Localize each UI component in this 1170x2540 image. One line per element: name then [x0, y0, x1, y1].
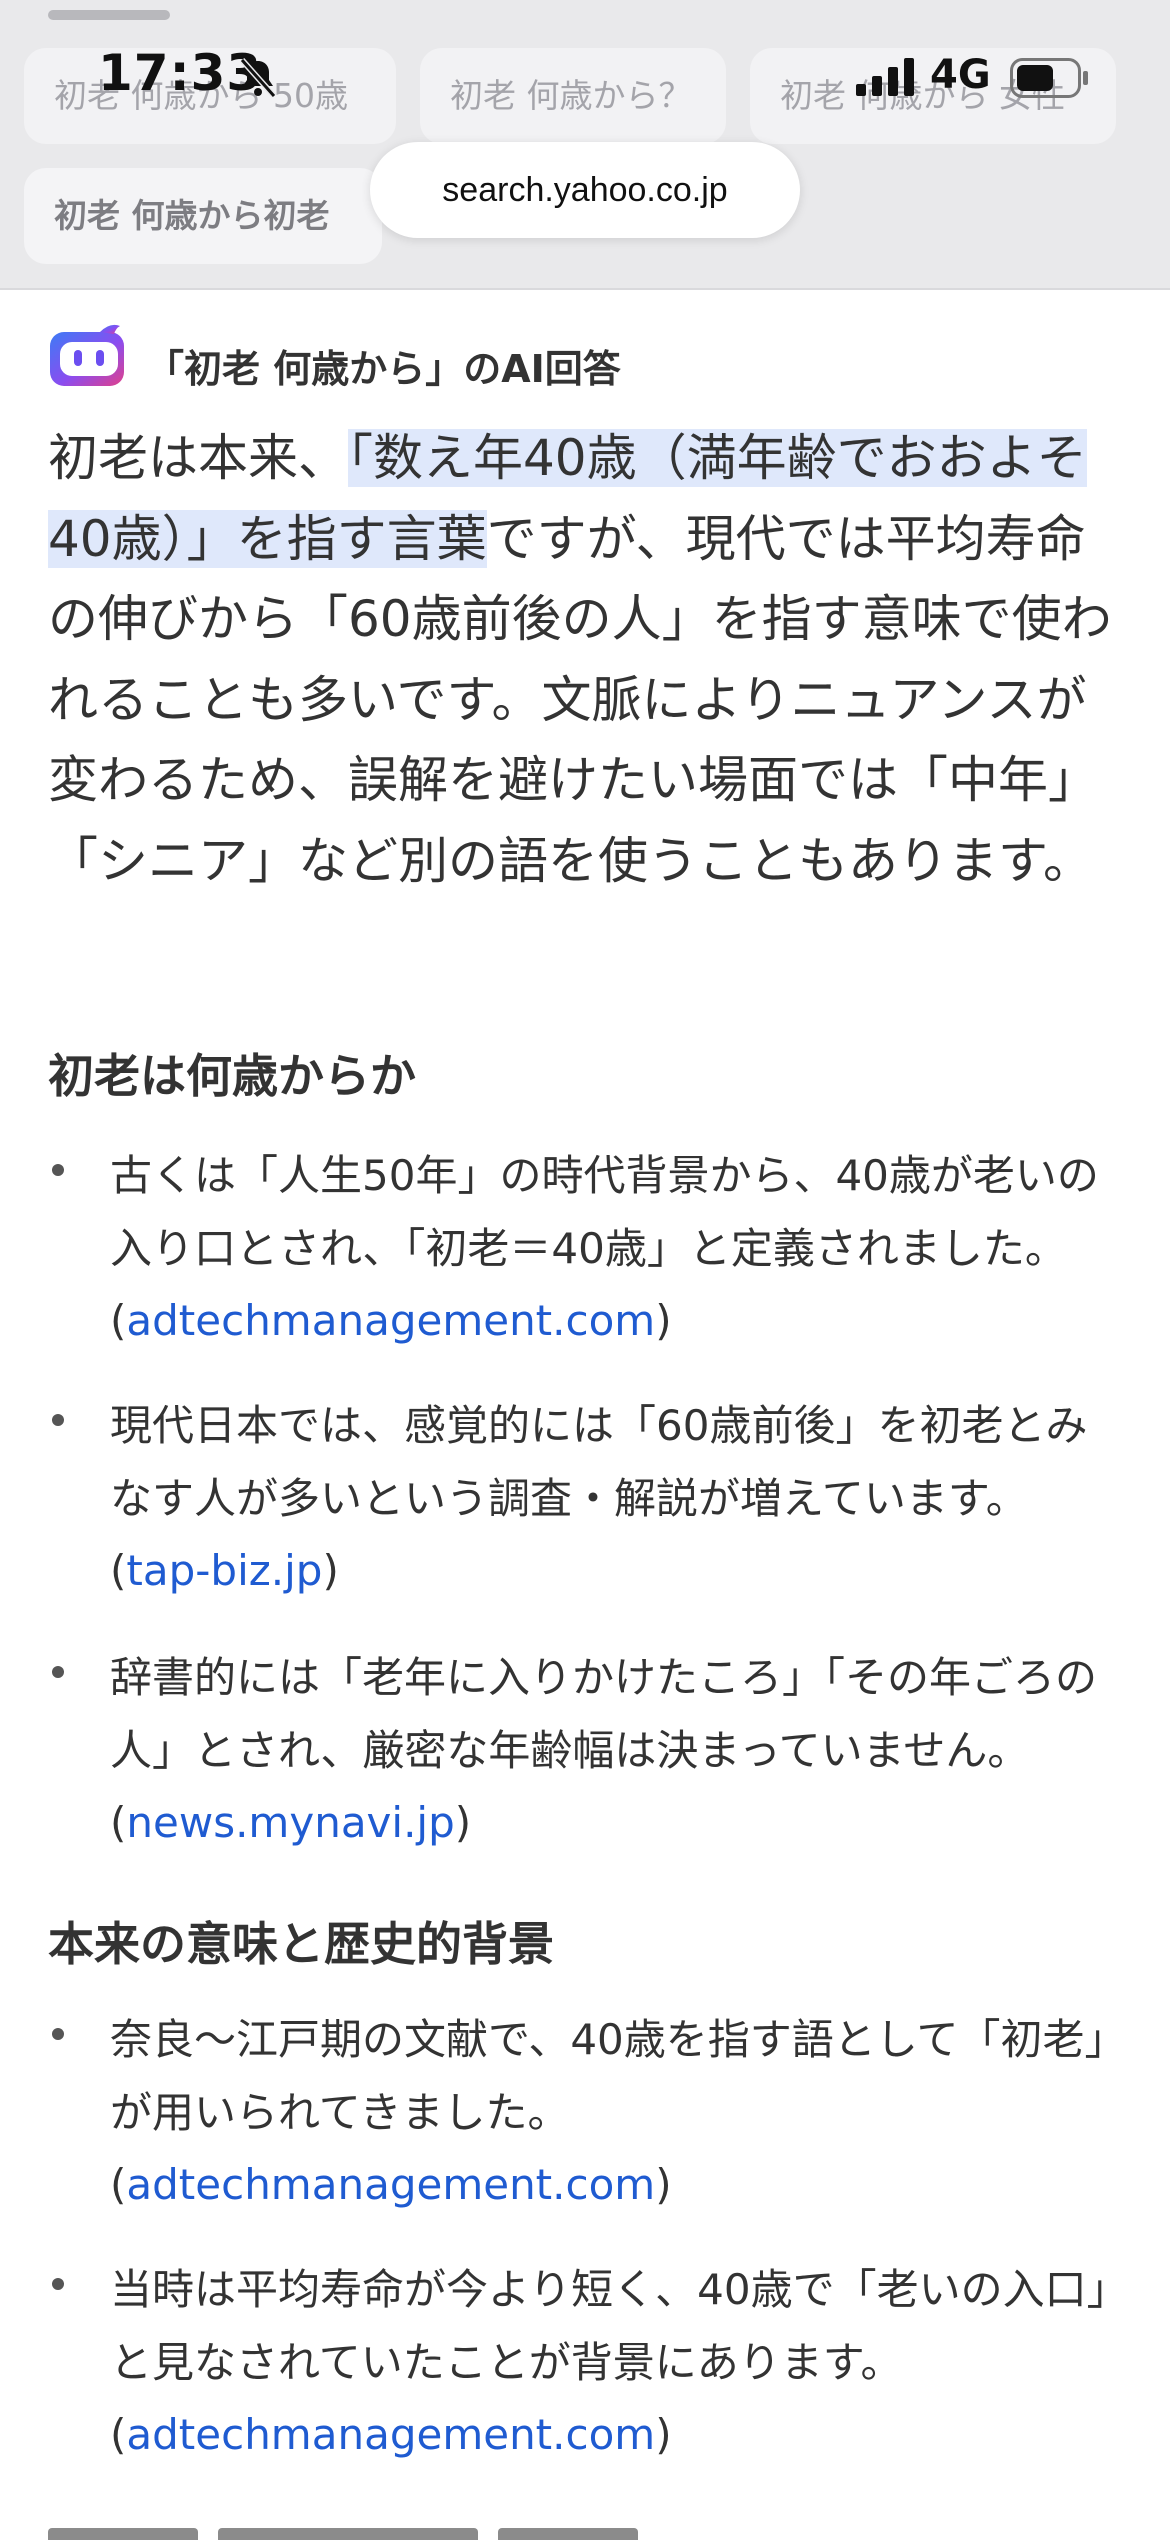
source-link[interactable]: adtechmanagement.com	[126, 2410, 655, 2459]
next-section-heading-peek	[48, 2500, 668, 2540]
scroll-indicator	[48, 10, 170, 20]
bullet-icon	[52, 2028, 64, 2040]
url-bar[interactable]: search.yahoo.co.jp	[370, 142, 800, 238]
ai-answer-header: 「初老 何歳から」のAI回答	[50, 320, 1130, 400]
source-link[interactable]: tap-biz.jp	[126, 1546, 322, 1595]
bell-slash-icon	[239, 58, 277, 98]
bullet-icon	[52, 1414, 64, 1426]
battery-icon	[1010, 58, 1088, 98]
list-item-text: 当時は平均寿命が今より短く、40歳で「老いの入口」と見なされていたことが背景にあ…	[110, 2265, 1108, 2459]
section-heading: 本来の意味と歴史的背景	[48, 1917, 554, 1971]
network-label: 4G	[930, 52, 991, 98]
ai-assistant-icon	[50, 324, 124, 386]
source-link[interactable]: news.mynavi.jp	[126, 1798, 454, 1847]
bullet-icon	[52, 1164, 64, 1176]
browser-top-bar: 初老 何歳から 50歳 初老 何歳から？ 初老 何歳から 女性 初老 何歳から初…	[0, 0, 1170, 290]
list-item-text: 現代日本では、感覚的には「60歳前後」を初老とみなす人が多いという調査・解説が増…	[110, 1401, 1088, 1595]
suggestion-chip[interactable]: 初老 何歳から初老	[24, 168, 382, 264]
ai-answer-summary: 初老は本来、「数え年40歳（満年齢でおおよそ40歳）」を指す言葉ですが、現代では…	[48, 418, 1128, 901]
signal-icon	[856, 58, 914, 96]
source-link[interactable]: adtechmanagement.com	[126, 2160, 655, 2209]
suggestion-chip[interactable]: 初老 何歳から？	[420, 48, 726, 144]
summary-text-start: 初老は本来、	[48, 429, 348, 487]
bullet-icon	[52, 1666, 64, 1678]
ai-answer-title: 「初老 何歳から」のAI回答	[146, 347, 621, 391]
source-link[interactable]: adtechmanagement.com	[126, 1296, 655, 1345]
list-item-text: 奈良〜江戸期の文献で、40歳を指す語として「初老」が用いられてきました。(adt…	[110, 2015, 1106, 2209]
bullet-icon	[52, 2278, 64, 2290]
list-item-text: 古くは「人生50年」の時代背景から、40歳が老いの入り口とされ、「初老＝40歳」…	[110, 1151, 1099, 1345]
list-item-text: 辞書的には「老年に入りかけたころ」「その年ごろの人」とされ、厳密な年齢幅は決まっ…	[110, 1653, 1098, 1847]
section-heading: 初老は何歳からか	[48, 1049, 416, 1103]
